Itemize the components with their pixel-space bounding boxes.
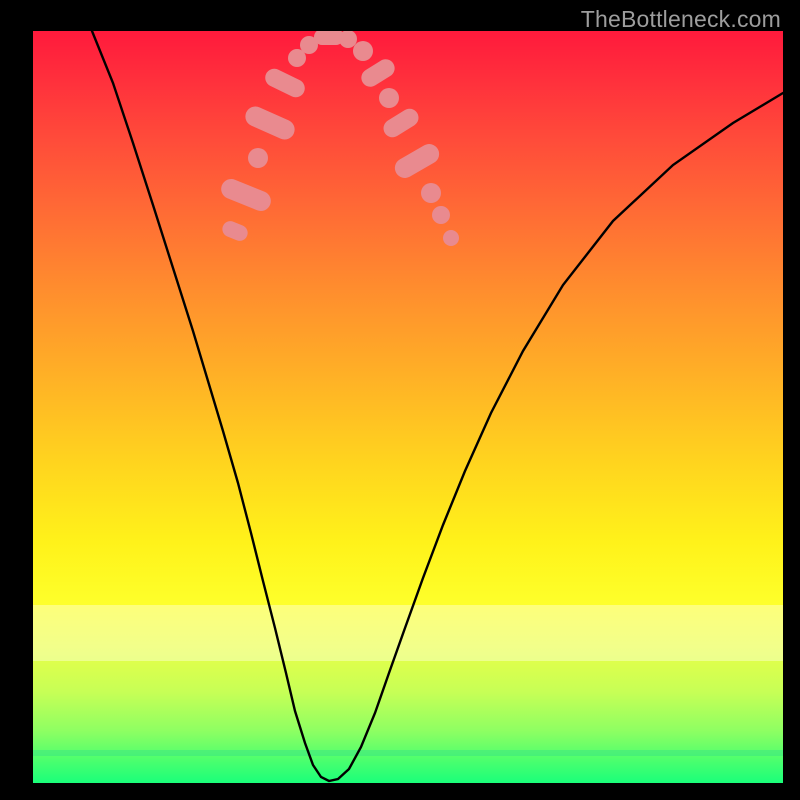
watermark-text: TheBottleneck.com bbox=[581, 6, 781, 33]
chart-frame: TheBottleneck.com bbox=[0, 0, 800, 800]
plot-area bbox=[33, 31, 783, 783]
